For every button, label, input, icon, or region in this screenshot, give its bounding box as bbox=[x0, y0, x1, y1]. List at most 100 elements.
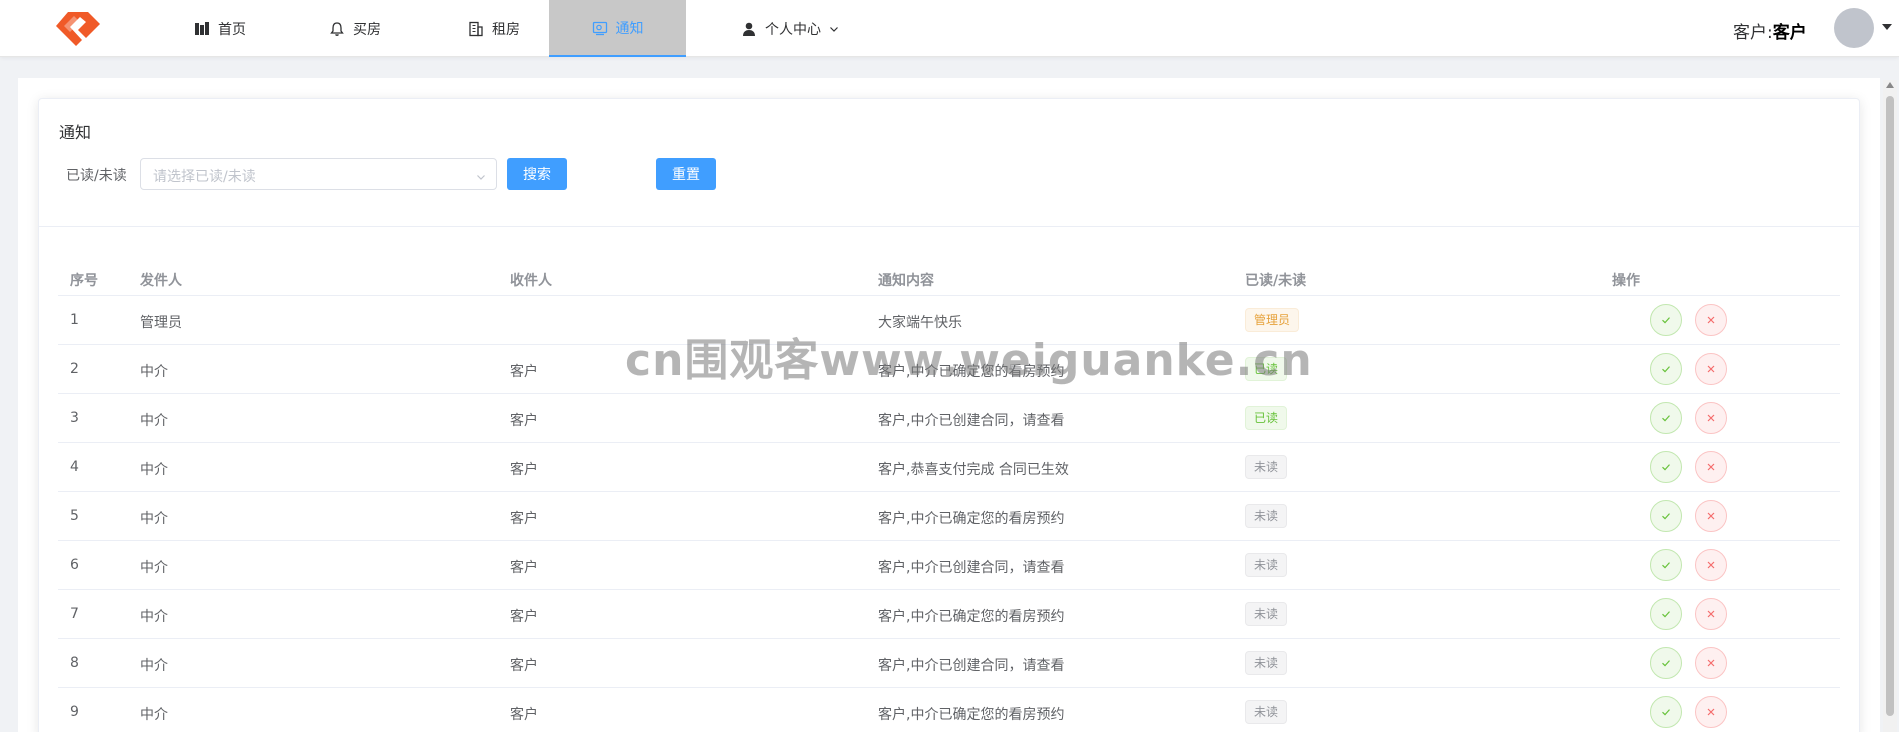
cell-no: 8 bbox=[70, 655, 79, 671]
check-icon bbox=[1660, 461, 1672, 473]
cell-receiver: 客户 bbox=[510, 413, 538, 429]
scrollbar-thumb[interactable] bbox=[1886, 96, 1894, 716]
cell-no: 4 bbox=[70, 459, 79, 475]
mark-read-button[interactable] bbox=[1650, 353, 1682, 385]
cell-no: 7 bbox=[70, 606, 79, 622]
cell-receiver: 客户 bbox=[510, 609, 538, 625]
nav-item-personal[interactable]: 个人中心 bbox=[720, 0, 860, 57]
delete-button[interactable] bbox=[1695, 451, 1727, 483]
current-user: 客户:客户 bbox=[1733, 18, 1807, 43]
cell-no: 3 bbox=[70, 410, 79, 426]
check-icon bbox=[1660, 706, 1672, 718]
delete-button[interactable] bbox=[1695, 549, 1727, 581]
nav-item-label: 租房 bbox=[492, 21, 520, 38]
cell-sender: 中介 bbox=[140, 511, 168, 527]
check-icon bbox=[1660, 510, 1672, 522]
delete-button[interactable] bbox=[1695, 647, 1727, 679]
filter-label: 已读/未读 bbox=[66, 168, 127, 184]
nav-item-label: 买房 bbox=[353, 21, 381, 38]
cell-no: 9 bbox=[70, 704, 79, 720]
close-icon bbox=[1705, 608, 1717, 620]
column-header-status: 已读/未读 bbox=[1245, 273, 1307, 289]
scroll-up-icon[interactable] bbox=[1886, 82, 1894, 88]
column-header-no: 序号 bbox=[70, 273, 98, 289]
delete-button[interactable] bbox=[1695, 304, 1727, 336]
close-icon bbox=[1705, 559, 1717, 571]
reset-button[interactable]: 重置 bbox=[656, 158, 716, 190]
delete-button[interactable] bbox=[1695, 500, 1727, 532]
mark-read-button[interactable] bbox=[1650, 696, 1682, 728]
close-icon bbox=[1705, 706, 1717, 718]
status-badge: 管理员 bbox=[1245, 308, 1300, 332]
user-name: 客户 bbox=[1772, 23, 1807, 43]
page-scrollbar[interactable] bbox=[1883, 80, 1897, 732]
cell-sender: 中介 bbox=[140, 462, 168, 478]
mark-read-button[interactable] bbox=[1650, 500, 1682, 532]
table-header: 序号 发件人 收件人 通知内容 已读/未读 操作 bbox=[58, 262, 1840, 296]
message-icon bbox=[592, 20, 608, 36]
cell-sender: 中介 bbox=[140, 609, 168, 625]
page-title: 通知 bbox=[59, 123, 92, 142]
table-row: 8 中介 客户 客户,中介已创建合同，请查看 未读 bbox=[58, 639, 1840, 688]
logo-icon[interactable] bbox=[50, 8, 106, 48]
user-role-prefix: 客户: bbox=[1733, 23, 1773, 43]
table-row: 7 中介 客户 客户,中介已确定您的看房预约 未读 bbox=[58, 590, 1840, 639]
bell-icon bbox=[329, 21, 345, 37]
cell-receiver: 客户 bbox=[510, 560, 538, 576]
mark-read-button[interactable] bbox=[1650, 402, 1682, 434]
status-badge: 未读 bbox=[1245, 651, 1288, 675]
delete-button[interactable] bbox=[1695, 598, 1727, 630]
status-badge: 已读 bbox=[1245, 357, 1288, 381]
delete-button[interactable] bbox=[1695, 696, 1727, 728]
divider bbox=[39, 226, 1859, 227]
close-icon bbox=[1705, 363, 1717, 375]
cell-sender: 中介 bbox=[140, 707, 168, 723]
status-badge: 未读 bbox=[1245, 602, 1288, 626]
search-button[interactable]: 搜索 bbox=[507, 158, 567, 190]
status-badge: 未读 bbox=[1245, 700, 1288, 724]
check-icon bbox=[1660, 363, 1672, 375]
status-badge: 未读 bbox=[1245, 504, 1288, 528]
cell-content: 大家端午快乐 bbox=[878, 315, 962, 331]
column-header-sender: 发件人 bbox=[140, 273, 182, 289]
avatar[interactable] bbox=[1834, 8, 1874, 48]
column-header-receiver: 收件人 bbox=[510, 273, 552, 289]
cell-content: 客户,恭喜支付完成 合同已生效 bbox=[878, 462, 1069, 478]
cell-sender: 中介 bbox=[140, 364, 168, 380]
cell-content: 客户,中介已确定您的看房预约 bbox=[878, 609, 1065, 625]
nav-item-buy[interactable]: 买房 bbox=[305, 0, 405, 57]
nav-item-home[interactable]: 首页 bbox=[170, 0, 270, 57]
table-row: 4 中介 客户 客户,恭喜支付完成 合同已生效 未读 bbox=[58, 443, 1840, 492]
close-icon bbox=[1705, 510, 1717, 522]
top-navbar: 首页 买房 租房 通知 个人中心 客户:客户 bbox=[0, 0, 1899, 57]
delete-button[interactable] bbox=[1695, 402, 1727, 434]
cell-receiver: 客户 bbox=[510, 658, 538, 674]
cell-receiver: 客户 bbox=[510, 462, 538, 478]
read-status-select[interactable]: 请选择已读/未读 bbox=[140, 158, 497, 190]
check-icon bbox=[1660, 559, 1672, 571]
cell-sender: 中介 bbox=[140, 658, 168, 674]
cell-receiver: 客户 bbox=[510, 707, 538, 723]
mark-read-button[interactable] bbox=[1650, 304, 1682, 336]
cell-no: 5 bbox=[70, 508, 79, 524]
mark-read-button[interactable] bbox=[1650, 451, 1682, 483]
mark-read-button[interactable] bbox=[1650, 647, 1682, 679]
caret-down-icon[interactable] bbox=[1882, 24, 1892, 30]
table-row: 2 中介 客户 客户,中介已确定您的看房预约 已读 bbox=[58, 345, 1840, 394]
chevron-down-icon bbox=[476, 170, 486, 180]
mark-read-button[interactable] bbox=[1650, 549, 1682, 581]
status-badge: 已读 bbox=[1245, 406, 1288, 430]
table-body: 1 管理员 大家端午快乐 管理员 2 中介 客户 客户,中介已确定您的看房预约 已读 3 中介 客户客… bbox=[58, 296, 1840, 732]
nav-item-rent[interactable]: 租房 bbox=[444, 0, 544, 57]
nav-item-notice[interactable]: 通知 bbox=[549, 0, 686, 57]
cell-sender: 中介 bbox=[140, 560, 168, 576]
cell-receiver: 客户 bbox=[510, 364, 538, 380]
table-row: 3 中介 客户 客户,中介已创建合同，请查看 已读 bbox=[58, 394, 1840, 443]
delete-button[interactable] bbox=[1695, 353, 1727, 385]
notice-card: 通知 已读/未读 请选择已读/未读 搜索 重置 序号 发件人 收件人 通知内容 … bbox=[38, 98, 1860, 732]
table-row: 5 中介 客户 客户,中介已确定您的看房预约 未读 bbox=[58, 492, 1840, 541]
check-icon bbox=[1660, 314, 1672, 326]
mark-read-button[interactable] bbox=[1650, 598, 1682, 630]
check-icon bbox=[1660, 412, 1672, 424]
cell-content: 客户,中介已创建合同，请查看 bbox=[878, 560, 1065, 576]
